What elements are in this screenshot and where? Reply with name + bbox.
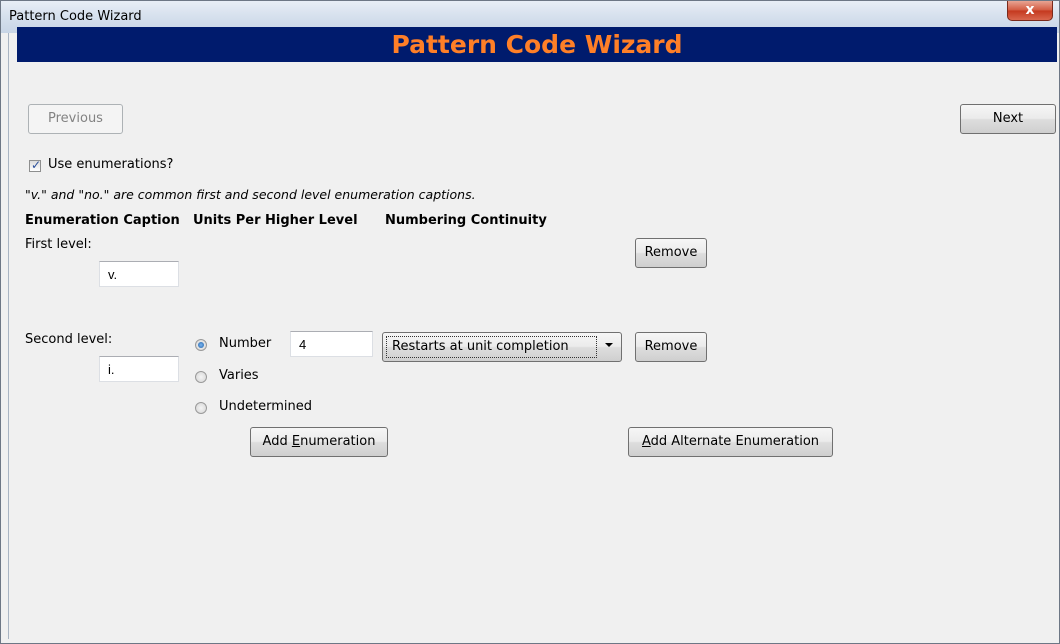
use-enumerations-checkbox[interactable]: ✓ bbox=[29, 158, 42, 172]
add-alternate-accelerator: A bbox=[641, 434, 651, 449]
units-radio-varies[interactable] bbox=[195, 371, 207, 383]
second-level-caption-input[interactable] bbox=[99, 356, 179, 382]
window-title: Pattern Code Wizard bbox=[9, 9, 142, 24]
first-level-caption-input[interactable] bbox=[99, 261, 179, 287]
wizard-banner: Pattern Code Wizard bbox=[17, 27, 1057, 62]
second-level-label: Second level: bbox=[25, 332, 113, 347]
radio-selected-dot bbox=[198, 342, 204, 348]
use-enumerations-label: Use enumerations? bbox=[48, 157, 174, 172]
close-icon: x bbox=[1025, 2, 1035, 18]
first-level-remove-button[interactable]: Remove bbox=[635, 238, 707, 268]
second-level-remove-button[interactable]: Remove bbox=[635, 332, 707, 362]
add-enumeration-label-rest: numeration bbox=[300, 434, 376, 449]
units-radio-number[interactable] bbox=[195, 339, 207, 351]
add-enumeration-accelerator: E bbox=[291, 434, 301, 449]
units-radio-undetermined[interactable] bbox=[195, 402, 207, 414]
add-enumeration-label-prefix: Add bbox=[262, 434, 292, 449]
units-option-varies-label: Varies bbox=[219, 368, 259, 383]
hint-text: "v." and "no." are common first and seco… bbox=[25, 187, 476, 202]
add-alternate-label-rest: dd Alternate Enumeration bbox=[650, 434, 820, 449]
check-icon: ✓ bbox=[31, 158, 42, 172]
banner-title: Pattern Code Wizard bbox=[391, 30, 683, 59]
first-level-label: First level: bbox=[25, 237, 92, 252]
previous-button[interactable]: Previous bbox=[28, 104, 123, 134]
header-units-per-higher-level: Units Per Higher Level bbox=[193, 213, 358, 228]
next-button[interactable]: Next bbox=[960, 104, 1056, 134]
header-numbering-continuity: Numbering Continuity bbox=[385, 213, 547, 228]
numbering-continuity-value: Restarts at unit completion bbox=[386, 336, 597, 358]
units-option-undetermined-label: Undetermined bbox=[219, 399, 312, 414]
chevron-down-icon bbox=[605, 343, 613, 347]
add-enumeration-button[interactable]: Add Enumeration bbox=[250, 427, 388, 457]
close-button[interactable]: x bbox=[1007, 1, 1053, 21]
header-enumeration-caption: Enumeration Caption bbox=[25, 213, 180, 228]
add-alternate-enumeration-button[interactable]: Add Alternate Enumeration bbox=[628, 427, 833, 457]
units-option-number-label: Number bbox=[219, 336, 272, 351]
units-number-input[interactable] bbox=[290, 331, 373, 357]
wizard-window: Pattern Code Wizard x Pattern Code Wizar… bbox=[0, 0, 1060, 644]
numbering-continuity-select[interactable]: Restarts at unit completion bbox=[382, 332, 622, 362]
